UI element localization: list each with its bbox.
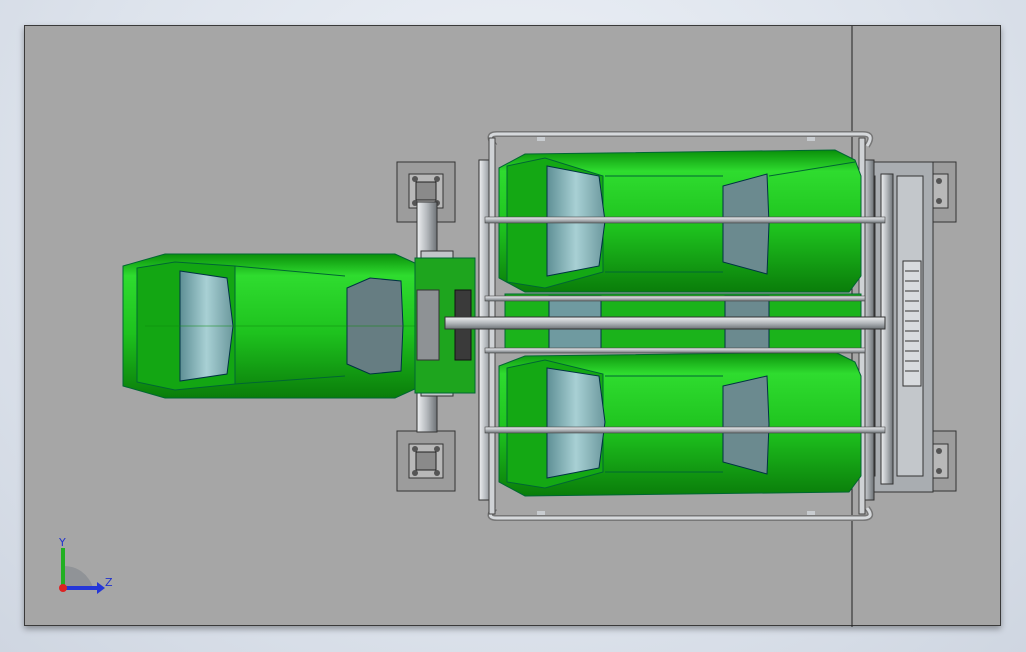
y-axis-label: Y: [58, 536, 66, 549]
main-shaft: [444, 316, 886, 330]
cage-rod-lower-mid: [484, 347, 866, 354]
left-mount-bottom: [396, 430, 456, 492]
cage-rod-upper-mid: [484, 295, 866, 302]
car-body-left: [122, 253, 418, 399]
z-axis-label: Z: [105, 576, 113, 589]
graphics-viewport[interactable]: Y Z: [24, 25, 1001, 627]
car-body-bottom: [498, 351, 862, 497]
coordinate-triad: Y Z: [58, 536, 113, 594]
cage-rod-bottom: [484, 426, 886, 434]
assembly-scene: Y Z: [58, 26, 957, 627]
cage-rod-top: [484, 216, 886, 224]
